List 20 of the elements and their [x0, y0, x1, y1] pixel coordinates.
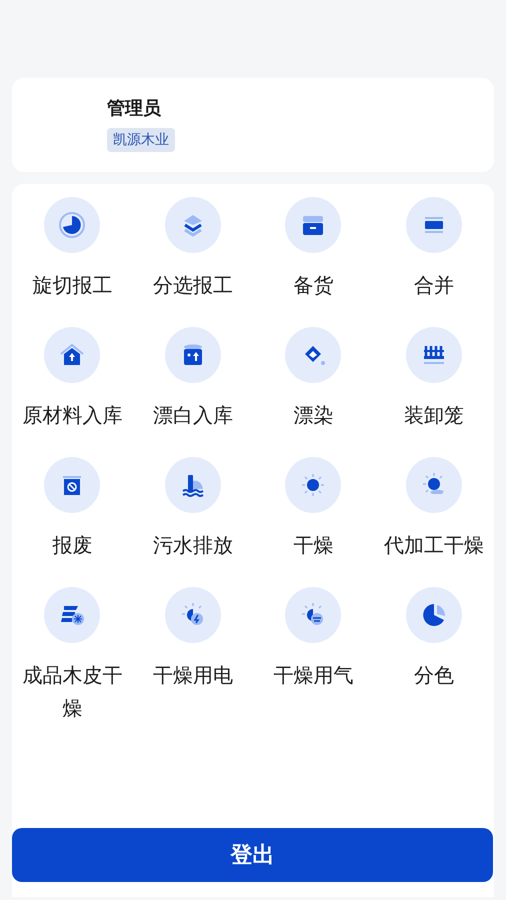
menu-label[interactable]: 报废	[22, 529, 122, 562]
clock-icon	[58, 211, 86, 239]
menu-label[interactable]: 合并	[384, 269, 484, 302]
menu-label[interactable]: 分选报工	[142, 269, 243, 302]
menu-label[interactable]: 污水排放	[142, 529, 243, 562]
menu-label[interactable]: 漂白入库	[142, 399, 243, 432]
menu-label[interactable]: 装卸笼	[384, 399, 484, 432]
menu-label[interactable]: 漂染	[263, 399, 364, 432]
menu-label[interactable]: 旋切报工	[22, 269, 122, 302]
menu-label[interactable]: 备货	[263, 269, 364, 302]
menu-label[interactable]: 干燥	[263, 529, 364, 562]
menu-label[interactable]: 成品木皮干燥	[22, 659, 122, 725]
company-tag: 凯源木业	[107, 128, 175, 152]
logout-button[interactable]: 登出	[12, 828, 493, 882]
menu-label[interactable]: 分色	[384, 659, 484, 692]
menu-label[interactable]: 代加工干燥	[384, 529, 484, 562]
menu-label[interactable]: 干燥用电	[142, 659, 243, 692]
user-name: 管理员	[107, 98, 161, 120]
menu-label[interactable]: 原材料入库	[22, 399, 122, 432]
menu-label[interactable]: 干燥用气	[263, 659, 364, 692]
